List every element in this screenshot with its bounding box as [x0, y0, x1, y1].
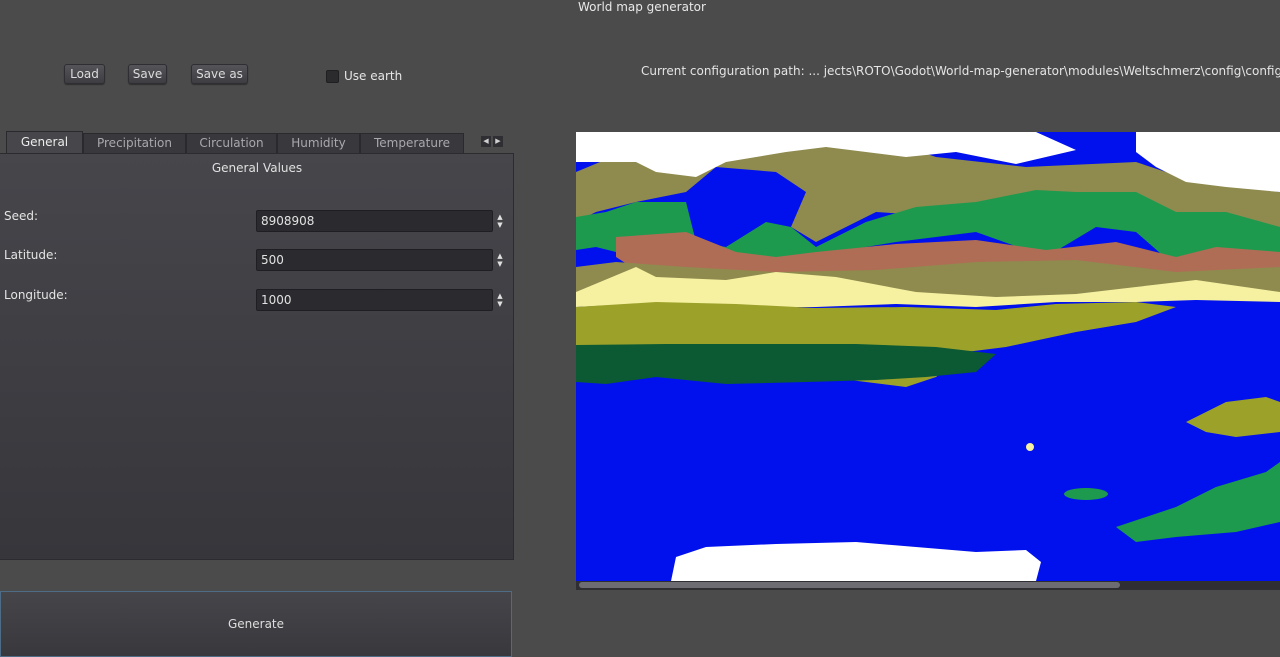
world-map-image — [576, 132, 1280, 581]
latitude-input[interactable]: 500 — [256, 249, 493, 271]
use-earth-checkbox[interactable] — [326, 69, 339, 83]
world-map-viewport[interactable] — [576, 132, 1280, 581]
window-title: World map generator — [578, 0, 706, 14]
tab-scroll-arrows: ◀ ▶ — [481, 136, 503, 147]
latitude-stepper-icon[interactable]: ▲ ▼ — [495, 249, 505, 271]
map-island-tiny — [1026, 443, 1034, 451]
scrollbar-grabber[interactable] — [579, 582, 1120, 588]
tab-circulation[interactable]: Circulation — [186, 133, 277, 153]
arrow-left-icon[interactable]: ◀ — [481, 136, 491, 147]
tab-precipitation[interactable]: Precipitation — [83, 133, 186, 153]
load-button[interactable]: Load — [64, 64, 105, 84]
use-earth-toggle[interactable]: Use earth — [326, 68, 402, 84]
tab-temperature[interactable]: Temperature — [360, 133, 464, 153]
generate-button[interactable]: Generate — [0, 591, 512, 657]
arrow-right-icon[interactable]: ▶ — [493, 136, 503, 147]
settings-tab-bar: General Precipitation Circulation Humidi… — [6, 131, 514, 153]
longitude-label: Longitude: — [4, 288, 68, 302]
panel-title: General Values — [211, 161, 303, 175]
longitude-input[interactable]: 1000 — [256, 289, 493, 311]
map-horizontal-scrollbar[interactable] — [576, 581, 1280, 590]
tab-humidity[interactable]: Humidity — [277, 133, 360, 153]
longitude-stepper-icon[interactable]: ▲ ▼ — [495, 289, 505, 311]
tab-general[interactable]: General — [6, 131, 83, 153]
save-button[interactable]: Save — [128, 64, 167, 84]
config-path-text: Current configuration path: ... jects\RO… — [641, 64, 1280, 78]
save-as-button[interactable]: Save as — [191, 64, 248, 84]
latitude-label: Latitude: — [4, 248, 58, 262]
use-earth-label: Use earth — [344, 69, 403, 83]
general-values-panel: General Values Seed: 8908908 ▲ ▼ Latitude… — [0, 153, 514, 560]
seed-label: Seed: — [4, 209, 39, 223]
map-island-small — [1064, 488, 1108, 500]
seed-input[interactable]: 8908908 — [256, 210, 493, 232]
seed-stepper-icon[interactable]: ▲ ▼ — [495, 210, 505, 232]
